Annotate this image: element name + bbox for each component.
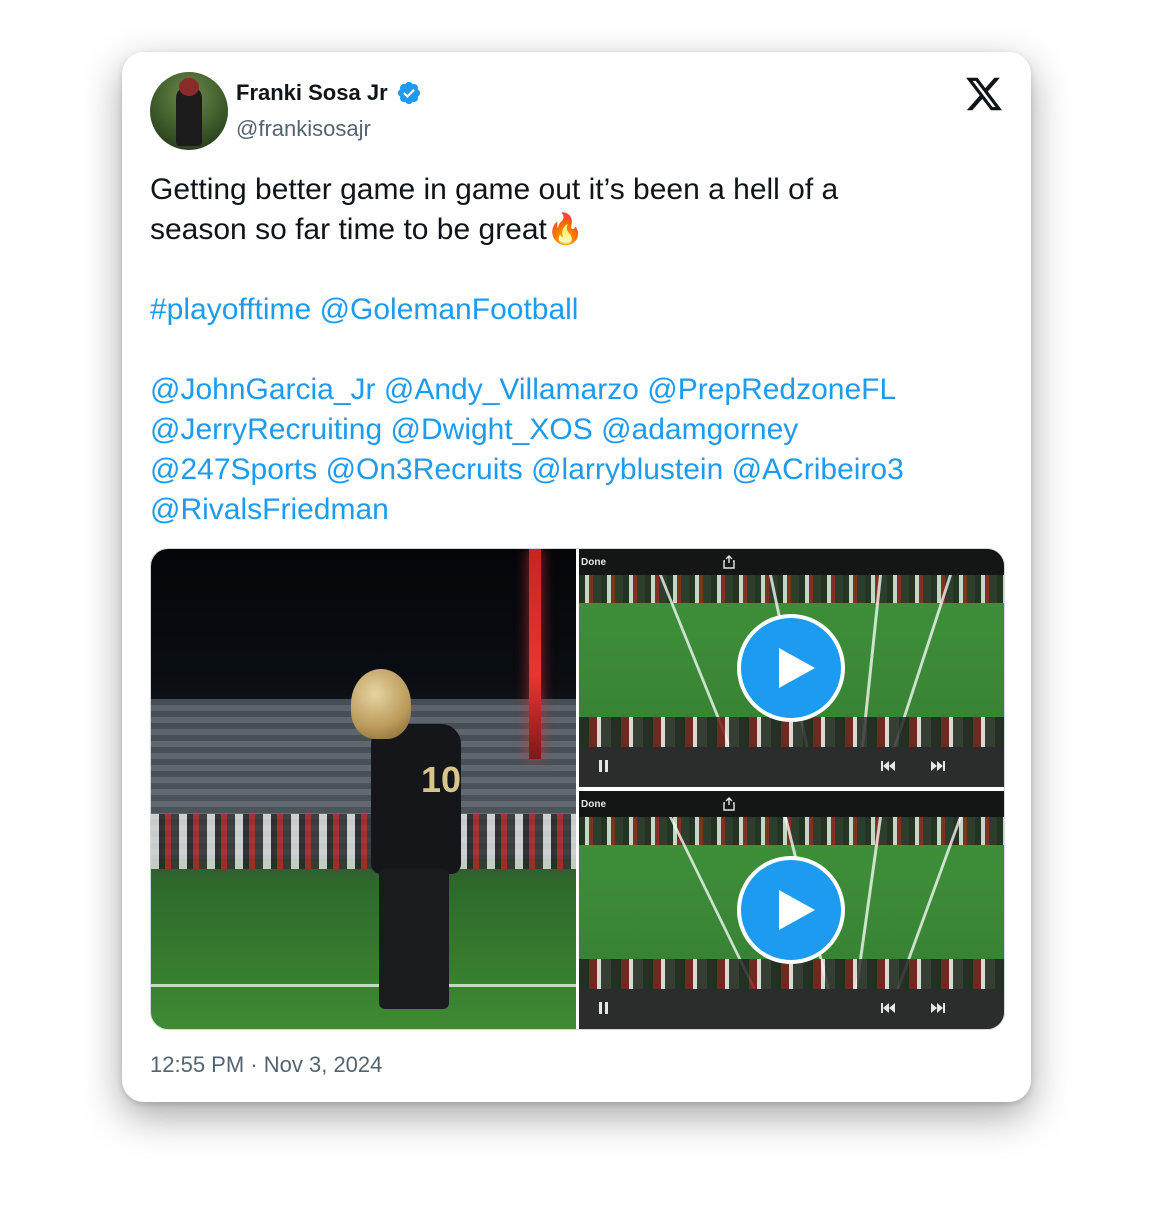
mention-link[interactable]: @larryblustein [531,453,723,486]
rewind-icon[interactable] [879,999,897,1017]
fast-forward-icon[interactable] [929,999,947,1017]
video-controls [579,747,1004,787]
photo-player: 10 [351,669,461,1009]
play-icon [779,890,815,930]
rewind-icon[interactable] [879,757,897,775]
tweet-card: Franki Sosa Jr @frankisosajr Getting bet… [122,52,1031,1102]
tweet-line: @247Sports @On3Recruits @larryblustein @… [150,450,990,490]
player-legs [379,869,449,1009]
play-icon [779,648,815,688]
video-done-label: Done [581,557,606,568]
mention-link[interactable]: @JerryRecruiting [150,413,382,446]
verified-badge-icon [397,81,420,105]
player-helmet [351,669,411,739]
video-clip-2[interactable]: Done [579,791,1004,1029]
photo-light-pole [529,549,541,759]
tweet-body: Getting better game in game out it’s bee… [150,170,990,530]
tweet-line: Getting better game in game out it’s bee… [150,173,839,206]
tweet-line: @RivalsFriedman [150,490,990,530]
mention-link[interactable]: @PrepRedzoneFL [647,373,896,406]
mention-link[interactable]: @On3Recruits [326,453,523,486]
share-icon [723,797,735,811]
mention-link[interactable]: @JohnGarcia_Jr [150,373,376,406]
football-photo[interactable]: 10 [151,549,576,1029]
tweet-line: @JohnGarcia_Jr @Andy_Villamarzo @PrepRed… [150,370,990,410]
author-name-row[interactable]: Franki Sosa Jr [236,80,422,106]
tweet-line: #playofftime @GolemanFootball [150,290,990,330]
mention-link[interactable]: @Dwight_XOS [391,413,593,446]
jersey-number: 10 [421,759,462,800]
fast-forward-icon[interactable] [929,757,947,775]
tweet-line: @JerryRecruiting @Dwight_XOS @adamgorney [150,410,990,450]
mention-link[interactable]: @adamgorney [601,413,798,446]
video-topbar [579,549,1004,575]
tweet-spacer [150,250,990,290]
author-avatar[interactable] [150,72,228,150]
play-button[interactable] [737,856,845,964]
timestamp-time: 12:55 PM [150,1052,245,1077]
pause-icon[interactable] [595,999,613,1017]
mention-link[interactable]: @247Sports [150,453,317,486]
hashtag-link[interactable]: #playofftime [150,293,311,326]
timestamp-separator: · [250,1052,258,1077]
author-handle[interactable]: @frankisosajr [236,116,371,142]
mention-link[interactable]: @Andy_Villamarzo [384,373,639,406]
video-controls [579,989,1004,1029]
mention-link[interactable]: @RivalsFriedman [150,493,389,526]
share-icon [723,555,735,569]
timestamp-date: Nov 3, 2024 [263,1052,383,1077]
video-topbar [579,791,1004,817]
play-button[interactable] [737,614,845,722]
x-logo-icon[interactable] [964,74,1004,114]
mention-link[interactable]: @GolemanFootball [320,293,579,326]
tweet-timestamp[interactable]: 12:55 PM · Nov 3, 2024 [150,1052,382,1078]
author-name: Franki Sosa Jr [236,80,388,105]
avatar-head [179,78,199,96]
pause-icon[interactable] [595,757,613,775]
mention-link[interactable]: @ACribeiro3 [732,453,904,486]
tweet-spacer [150,330,990,370]
video-done-label: Done [581,799,606,810]
tweet-line: season so far time to be great🔥 [150,213,585,246]
video-clip-1[interactable]: Done [579,549,1004,787]
media-grid: 10 Done Done [150,548,1005,1030]
